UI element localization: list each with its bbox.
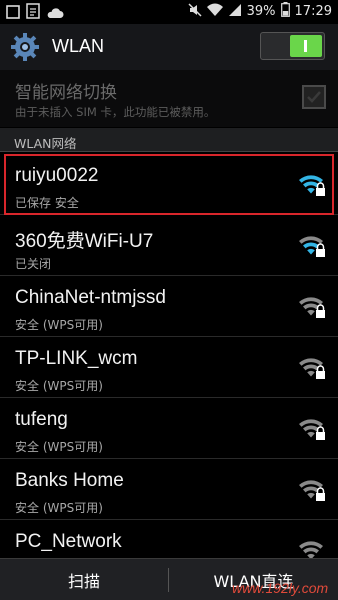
network-status: 安全 (WPS可用) [15, 318, 103, 332]
status-bar: 39% 17:29 [0, 0, 338, 24]
network-name: ruiyu0022 [15, 165, 99, 186]
network-item-banks-home[interactable]: Banks Home 安全 (WPS可用) [0, 459, 338, 520]
network-name: tufeng [15, 409, 68, 430]
scan-button[interactable]: 扫描 [0, 559, 168, 600]
wifi-lock-icon [297, 354, 327, 382]
wlan-toggle[interactable] [260, 32, 325, 60]
watermark: www.192ly.com [232, 580, 329, 596]
cell-signal-icon [228, 3, 242, 21]
network-status: 安全 (WPS可用) [15, 379, 103, 393]
action-bar: WLAN [0, 24, 338, 70]
network-name: PC_Network [15, 531, 122, 552]
network-item-tplink[interactable]: TP-LINK_wcm 安全 (WPS可用) [0, 337, 338, 398]
wifi-lock-icon [297, 171, 327, 199]
network-status: 安全 (WPS可用) [15, 440, 103, 454]
smart-switch-title: 智能网络切换 [15, 83, 117, 103]
network-item-chinanet[interactable]: ChinaNet-ntmjssd 安全 (WPS可用) [0, 276, 338, 337]
network-name: 360免费WiFi-U7 [15, 231, 154, 252]
network-item-ruiyu0022[interactable]: ruiyu0022 已保存 安全 [0, 154, 338, 215]
battery-icon [280, 2, 290, 21]
smart-switch-subtitle: 由于未插入 SIM 卡，此功能已被禁用。 [15, 105, 216, 119]
network-name: ChinaNet-ntmjssd [15, 287, 166, 308]
network-item-360[interactable]: 360免费WiFi-U7 已关闭 [0, 215, 338, 276]
network-item-tufeng[interactable]: tufeng 安全 (WPS可用) [0, 398, 338, 459]
settings-gear-icon[interactable] [10, 32, 40, 62]
smart-switch-checkbox [302, 85, 326, 109]
page-title: WLAN [52, 36, 105, 56]
network-name: TP-LINK_wcm [15, 348, 138, 369]
toggle-on-thumb [290, 35, 322, 57]
network-status: 已保存 安全 [15, 196, 79, 210]
wifi-lock-icon [297, 293, 327, 321]
wifi-lock-icon [297, 476, 327, 504]
network-status: 安全 (WPS可用) [15, 501, 103, 515]
smart-network-switch-row: 智能网络切换 由于未插入 SIM 卡，此功能已被禁用。 [0, 70, 338, 127]
notification-square-icon [6, 4, 20, 23]
wifi-lock-icon [297, 232, 327, 260]
section-header: WLAN网络 [0, 128, 338, 152]
network-name: Banks Home [15, 470, 124, 491]
battery-percent: 39% [246, 4, 276, 19]
network-status: 已关闭 [15, 257, 52, 271]
clock: 17:29 [294, 4, 332, 19]
mute-icon [188, 2, 202, 21]
doc-icon [26, 3, 40, 23]
wifi-lock-icon [297, 415, 327, 443]
section-label: WLAN网络 [14, 136, 77, 151]
wifi-signal-icon [206, 3, 223, 21]
cloud-icon [46, 4, 64, 23]
